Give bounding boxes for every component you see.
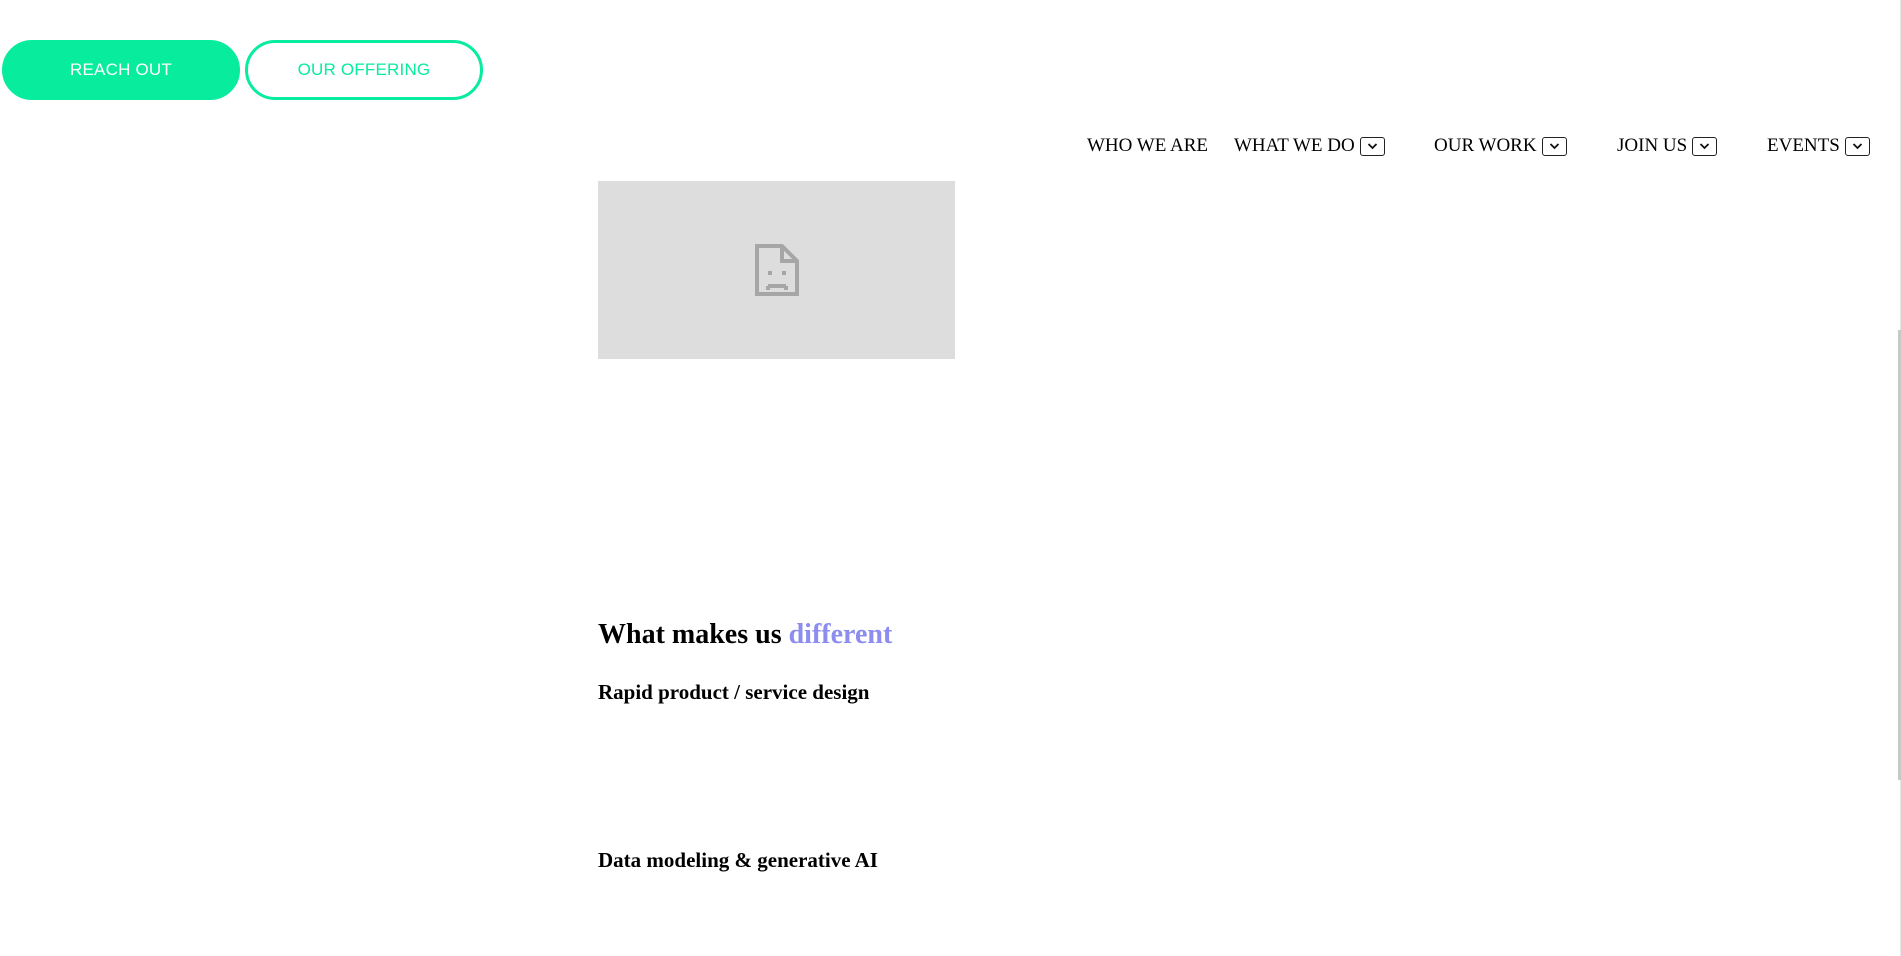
chevron-down-icon[interactable]	[1541, 136, 1567, 156]
chevron-down-icon[interactable]	[1692, 136, 1718, 156]
nav-item-label: OUR WORK	[1434, 135, 1537, 156]
broken-image-icon	[754, 244, 799, 296]
section-title: What makes us different	[598, 619, 892, 651]
our-offering-button[interactable]: OUR OFFERING	[245, 40, 483, 100]
feature-title: Data modeling & generative AI	[598, 848, 878, 872]
section-title-main: What makes us	[598, 619, 789, 650]
chevron-down-icon[interactable]	[1844, 136, 1870, 156]
reach-out-label: REACH OUT	[70, 60, 172, 79]
main-nav: WHO WE ARE WHAT WE DO OUR WORK JOIN US E…	[0, 132, 1901, 160]
nav-item-label: JOIN US	[1617, 135, 1688, 156]
hero-image	[598, 181, 955, 359]
section-title-accent: different	[788, 619, 893, 650]
nav-item-our-work[interactable]: OUR WORK	[1434, 132, 1567, 160]
nav-item-label: WHO WE ARE	[1087, 135, 1209, 156]
our-offering-label: OUR OFFERING	[297, 60, 431, 79]
nav-item-events[interactable]: EVENTS	[1767, 132, 1870, 160]
nav-item-who-we-are[interactable]: WHO WE ARE	[1087, 132, 1208, 160]
chevron-down-icon[interactable]	[1359, 136, 1385, 156]
nav-item-label: WHAT WE DO	[1234, 135, 1355, 156]
nav-item-what-we-do[interactable]: WHAT WE DO	[1234, 132, 1385, 160]
feature-title: Rapid product / service design	[598, 680, 870, 704]
nav-item-join-us[interactable]: JOIN US	[1617, 132, 1718, 160]
reach-out-button[interactable]: REACH OUT	[2, 40, 240, 100]
nav-item-label: EVENTS	[1767, 135, 1840, 156]
